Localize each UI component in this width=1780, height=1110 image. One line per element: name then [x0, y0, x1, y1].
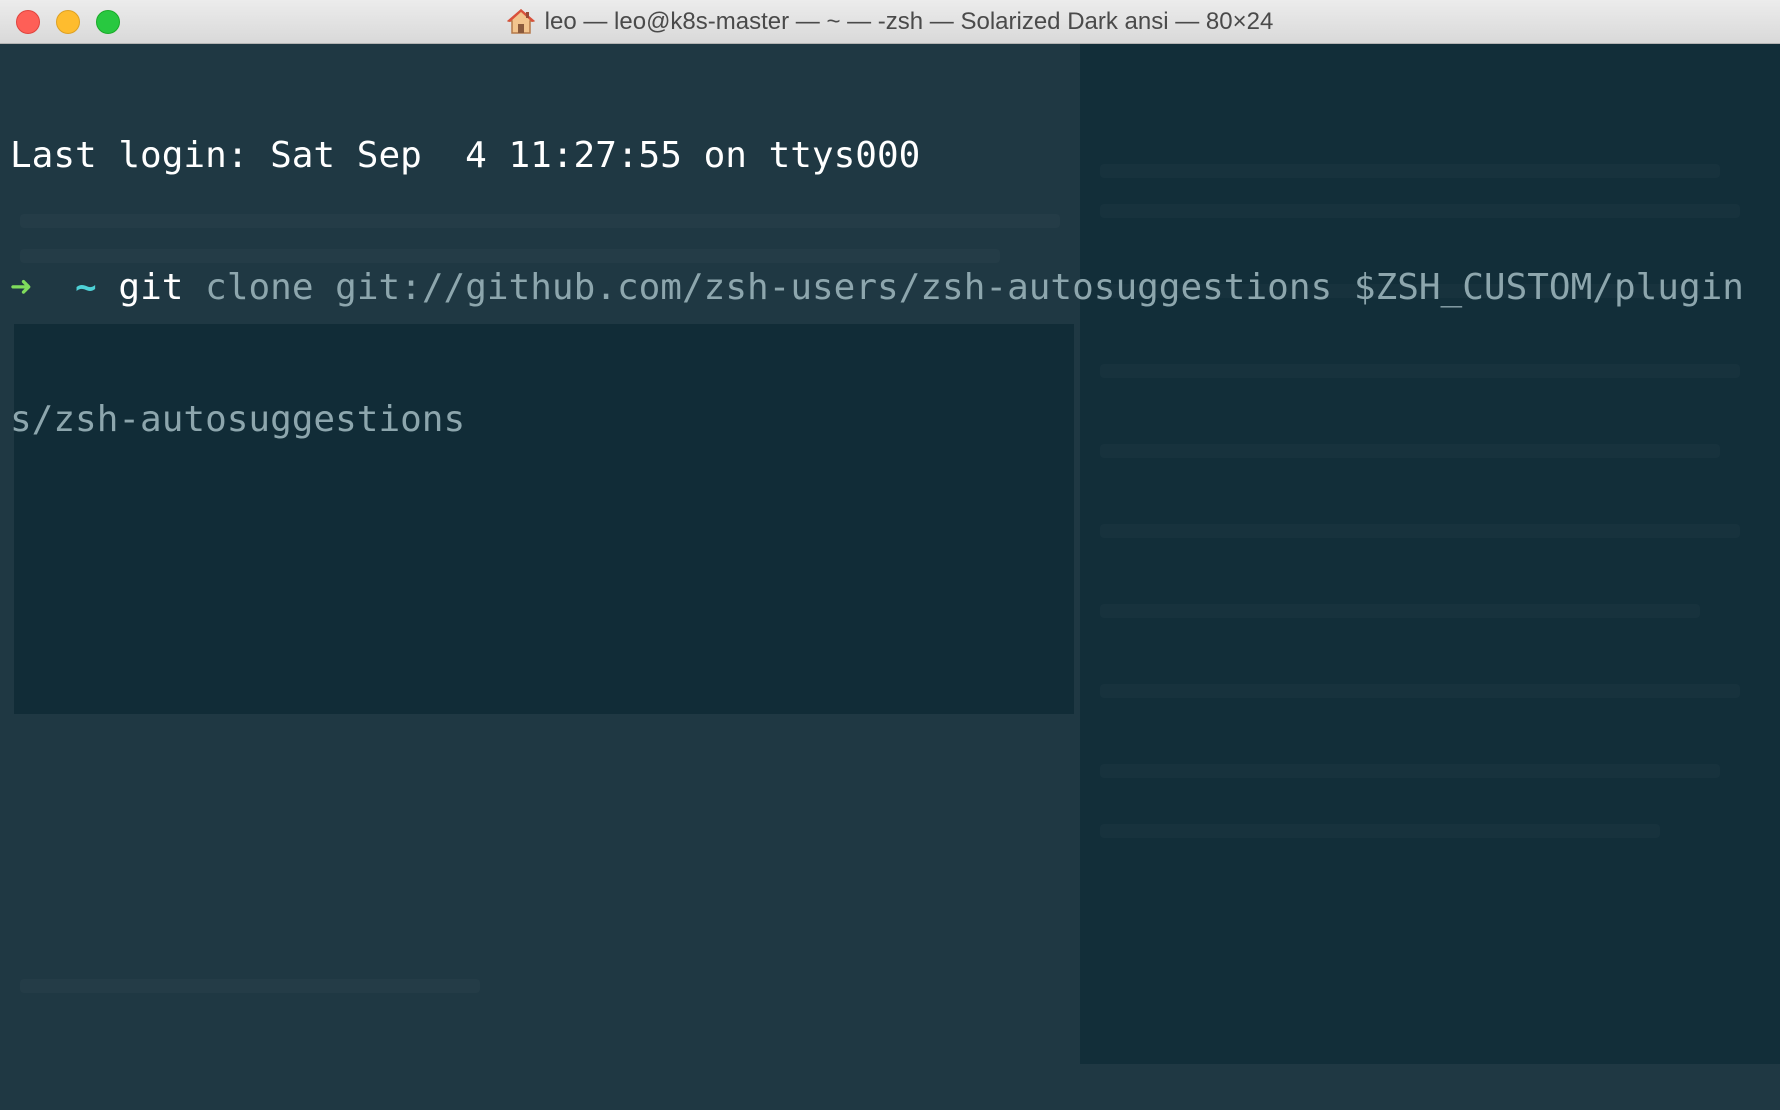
backdrop-row: [1100, 684, 1740, 698]
prompt-arrow-icon: ➜: [10, 267, 32, 308]
autosuggestion-text-continued: s/zsh-autosuggestions: [10, 399, 466, 440]
backdrop-row: [20, 979, 480, 993]
title-bar[interactable]: leo — leo@k8s-master — ~ — -zsh — Solari…: [0, 0, 1780, 44]
autosuggestion-text: clone git://github.com/zsh-users/zsh-aut…: [205, 267, 1744, 308]
backdrop-row: [1100, 764, 1720, 778]
home-icon: [506, 8, 535, 34]
last-login-line: Last login: Sat Sep 4 11:27:55 on ttys00…: [10, 135, 921, 176]
typed-command: git: [118, 267, 184, 308]
terminal-output[interactable]: Last login: Sat Sep 4 11:27:55 on ttys00…: [10, 46, 1770, 530]
wrapped-line: s/zsh-autosuggestions: [10, 398, 1770, 442]
backdrop-row: [1100, 604, 1700, 618]
terminal-content[interactable]: Last login: Sat Sep 4 11:27:55 on ttys00…: [0, 44, 1780, 1110]
window-title: leo — leo@k8s-master — ~ — -zsh — Solari…: [544, 8, 1274, 35]
window-title-container: leo — leo@k8s-master — ~ — -zsh — Solari…: [0, 0, 1780, 44]
terminal-window: leo — leo@k8s-master — ~ — -zsh — Solari…: [0, 0, 1780, 1110]
backdrop-row: [1100, 824, 1660, 838]
prompt-directory: ~: [75, 267, 97, 308]
prompt-line: ➜ ~ git clone git://github.com/zsh-users…: [10, 266, 1770, 310]
